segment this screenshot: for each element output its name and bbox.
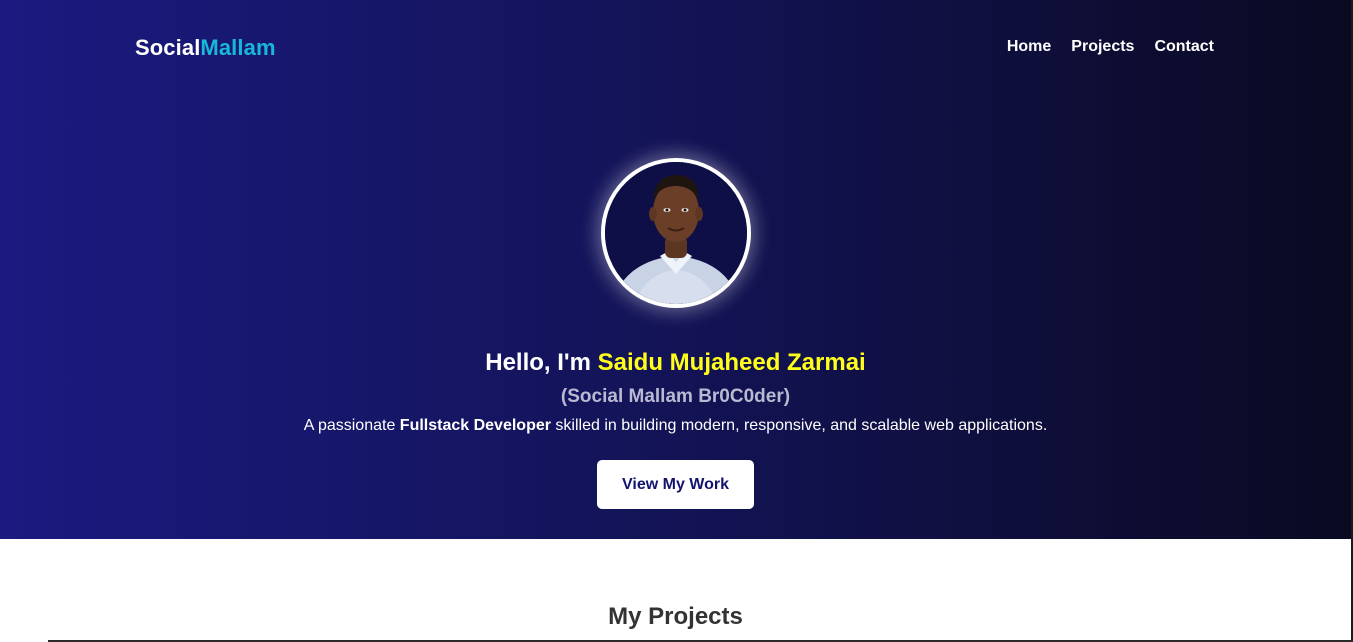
desc-suffix: skilled in building modern, responsive, … bbox=[550, 417, 1048, 434]
logo-text-primary: Social bbox=[135, 35, 201, 60]
greeting-prefix: Hello, I'm bbox=[485, 349, 598, 376]
hero-greeting: Hello, I'm Saidu Mujaheed Zarmai bbox=[0, 349, 1351, 377]
projects-section-title: My Projects bbox=[608, 603, 743, 630]
view-work-button[interactable]: View My Work bbox=[597, 460, 754, 509]
hero-name: Saidu Mujaheed Zarmai bbox=[597, 349, 866, 376]
nav-link-projects[interactable]: Projects bbox=[1071, 38, 1134, 56]
nav-link-contact[interactable]: Contact bbox=[1154, 38, 1214, 56]
hero-description: A passionate Fullstack Developer skilled… bbox=[0, 417, 1351, 435]
profile-photo bbox=[605, 162, 747, 304]
profile-avatar bbox=[601, 158, 751, 308]
site-logo[interactable]: SocialMallam bbox=[135, 35, 276, 61]
desc-prefix: A passionate bbox=[303, 417, 400, 434]
hero-subtitle: (Social Mallam Br0C0der) bbox=[560, 386, 791, 407]
hero-section: SocialMallam Home Projects Contact Hello… bbox=[0, 0, 1351, 539]
main-nav: Home Projects Contact bbox=[1007, 38, 1214, 56]
nav-link-home[interactable]: Home bbox=[1007, 38, 1051, 56]
logo-text-accent: Mallam bbox=[200, 35, 276, 60]
desc-role: Fullstack Developer bbox=[399, 417, 551, 434]
